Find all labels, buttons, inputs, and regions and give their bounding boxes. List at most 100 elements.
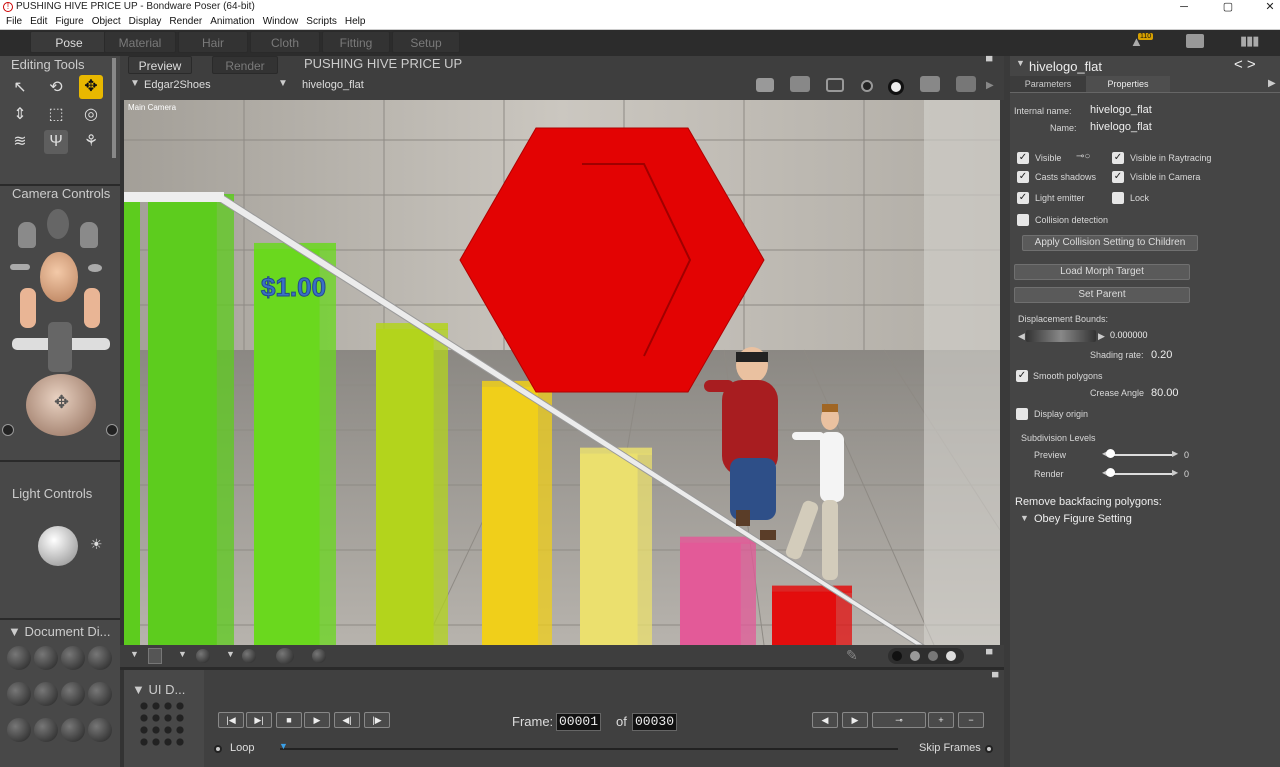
next-keyframe-button[interactable]: ▶ bbox=[842, 712, 868, 728]
panel-menu-icon[interactable]: ▀ bbox=[992, 672, 998, 682]
minimize-icon[interactable]: ─ bbox=[1176, 0, 1192, 14]
light-sun-icon[interactable]: ☀ bbox=[90, 536, 103, 553]
rotate-icon[interactable]: ⟲ bbox=[44, 76, 68, 100]
display-style-icon[interactable] bbox=[7, 682, 31, 706]
chart-bar[interactable] bbox=[148, 200, 217, 645]
crease-angle-value[interactable]: 80.00 bbox=[1151, 387, 1179, 399]
dial-right-icon[interactable]: ▶ bbox=[1098, 331, 1105, 342]
menu-render[interactable]: Render bbox=[165, 14, 206, 30]
subdiv-preview-slider[interactable] bbox=[1108, 454, 1172, 456]
add-keyframe-button[interactable]: + bbox=[928, 712, 954, 728]
chart-bar[interactable] bbox=[482, 386, 538, 645]
visible-checkbox[interactable]: ✓ bbox=[1017, 152, 1029, 164]
ui-memory-dots[interactable] bbox=[138, 700, 188, 746]
select-arrow-icon[interactable]: ↖ bbox=[8, 76, 32, 100]
total-frames[interactable]: 00030 bbox=[632, 713, 678, 731]
left-hand-pan-icon[interactable] bbox=[20, 288, 36, 328]
prev-keyframe-button[interactable]: ◀ bbox=[812, 712, 838, 728]
display-style-icon[interactable] bbox=[7, 646, 31, 670]
loop-radio[interactable] bbox=[214, 745, 222, 753]
smooth-polygons-checkbox[interactable]: ✓ bbox=[1016, 370, 1028, 382]
display-style-icon[interactable] bbox=[61, 718, 85, 742]
lock-checkbox[interactable] bbox=[1112, 192, 1124, 204]
view-mode-dot[interactable] bbox=[910, 651, 920, 661]
collision-checkbox[interactable] bbox=[1017, 214, 1029, 226]
display-style-icon[interactable] bbox=[34, 646, 58, 670]
view-box-icon[interactable] bbox=[148, 648, 162, 664]
name-field[interactable]: hivelogo_flat bbox=[1090, 121, 1152, 133]
maximize-icon[interactable]: ▢ bbox=[1220, 0, 1236, 14]
camera-frame-icon[interactable] bbox=[826, 78, 844, 92]
chart-bar[interactable] bbox=[772, 591, 836, 645]
play-button[interactable]: ▶ bbox=[304, 712, 330, 728]
head-camera-icon[interactable] bbox=[40, 252, 78, 302]
taper-icon[interactable]: ≋ bbox=[8, 130, 32, 154]
tab-pose[interactable]: Pose bbox=[30, 31, 108, 53]
display-style-icon[interactable] bbox=[88, 646, 112, 670]
casts-shadows-checkbox[interactable]: ✓ bbox=[1017, 171, 1029, 183]
ground-ball-icon[interactable] bbox=[312, 649, 326, 663]
chevron-right-icon[interactable]: ▶ bbox=[986, 80, 994, 91]
camera-icon[interactable] bbox=[756, 78, 774, 92]
chart-bar[interactable] bbox=[376, 329, 434, 645]
tab-hair[interactable]: Hair bbox=[178, 31, 248, 53]
visible-raytracing-checkbox[interactable]: ✓ bbox=[1112, 152, 1124, 164]
timeline-slider-handle[interactable]: ▼ bbox=[279, 741, 288, 751]
backface-dropdown[interactable]: Obey Figure Setting bbox=[1034, 513, 1132, 525]
skip-frames-radio[interactable] bbox=[985, 745, 993, 753]
subdiv-render-thumb[interactable] bbox=[1106, 468, 1115, 477]
remove-keyframe-button[interactable]: − bbox=[958, 712, 984, 728]
vertical-move-icon[interactable] bbox=[48, 322, 72, 372]
stop-button[interactable]: ■ bbox=[276, 712, 302, 728]
right-hand-pan-icon[interactable] bbox=[84, 288, 100, 328]
set-parent-button[interactable]: Set Parent bbox=[1014, 287, 1190, 303]
actor-dropdown-icon[interactable]: ▼ bbox=[278, 78, 288, 89]
figure-selector[interactable]: Edgar2Shoes bbox=[144, 79, 211, 91]
close-icon[interactable]: ✕ bbox=[1262, 0, 1278, 14]
timeline-slider-track[interactable] bbox=[280, 748, 898, 750]
direct-manipulation-icon[interactable]: ⚘ bbox=[79, 130, 103, 154]
light-sphere-icon[interactable] bbox=[38, 526, 78, 566]
panel-menu-icon[interactable]: ▀ bbox=[986, 56, 992, 66]
chart-bar[interactable] bbox=[580, 453, 638, 645]
multi-camera-icon[interactable] bbox=[956, 76, 976, 92]
tab-preview[interactable]: Preview bbox=[128, 56, 192, 74]
twist-icon[interactable]: ◎ bbox=[79, 103, 103, 127]
menu-display[interactable]: Display bbox=[125, 14, 166, 30]
slider-right-icon[interactable]: ▶ bbox=[1172, 449, 1178, 458]
menu-help[interactable]: Help bbox=[341, 14, 370, 30]
display-style-icon[interactable] bbox=[34, 718, 58, 742]
tab-cloth[interactable]: Cloth bbox=[250, 31, 320, 53]
3d-viewport[interactable]: $1.00 Main Camera bbox=[124, 100, 1000, 645]
multi-ball-icon[interactable] bbox=[276, 648, 294, 664]
chart-bar[interactable] bbox=[680, 542, 741, 645]
menu-animation[interactable]: Animation bbox=[206, 14, 258, 30]
chat-icon[interactable] bbox=[1186, 34, 1204, 48]
displacement-dial[interactable] bbox=[1026, 330, 1096, 342]
display-origin-checkbox[interactable] bbox=[1016, 408, 1028, 420]
key-icon[interactable]: ⊸ bbox=[872, 712, 926, 728]
panel-menu-icon[interactable]: ▀ bbox=[986, 649, 992, 659]
display-style-icon[interactable] bbox=[88, 718, 112, 742]
light-emitter-checkbox[interactable]: ✓ bbox=[1017, 192, 1029, 204]
right-hand-camera-icon[interactable] bbox=[80, 222, 98, 248]
morph-brush-icon[interactable]: Ψ bbox=[44, 130, 68, 154]
shading-ball-icon[interactable] bbox=[196, 649, 210, 663]
movie-camera-icon[interactable] bbox=[920, 76, 940, 92]
shading-dropdown-icon[interactable]: ▼ bbox=[178, 649, 187, 659]
style-ball-icon[interactable] bbox=[242, 649, 256, 663]
zoom-left-icon[interactable] bbox=[10, 264, 30, 270]
current-frame[interactable]: 00001 bbox=[556, 713, 602, 731]
camera-left-dial-icon[interactable] bbox=[2, 424, 14, 436]
view-mode-dot[interactable] bbox=[928, 651, 938, 661]
subdiv-preview-thumb[interactable] bbox=[1106, 449, 1115, 458]
scale-icon[interactable]: ⬚ bbox=[44, 103, 68, 127]
camera-right-dial-icon[interactable] bbox=[106, 424, 118, 436]
chart-bar[interactable] bbox=[254, 248, 320, 645]
visible-camera-checkbox[interactable]: ✓ bbox=[1112, 171, 1124, 183]
tab-parameters[interactable]: Parameters bbox=[1010, 76, 1086, 92]
view-mode-dot[interactable] bbox=[892, 651, 902, 661]
figure-dropdown-icon[interactable]: ▼ bbox=[130, 78, 140, 89]
face-camera-icon[interactable] bbox=[47, 209, 69, 239]
left-scrollbar[interactable] bbox=[112, 58, 116, 158]
